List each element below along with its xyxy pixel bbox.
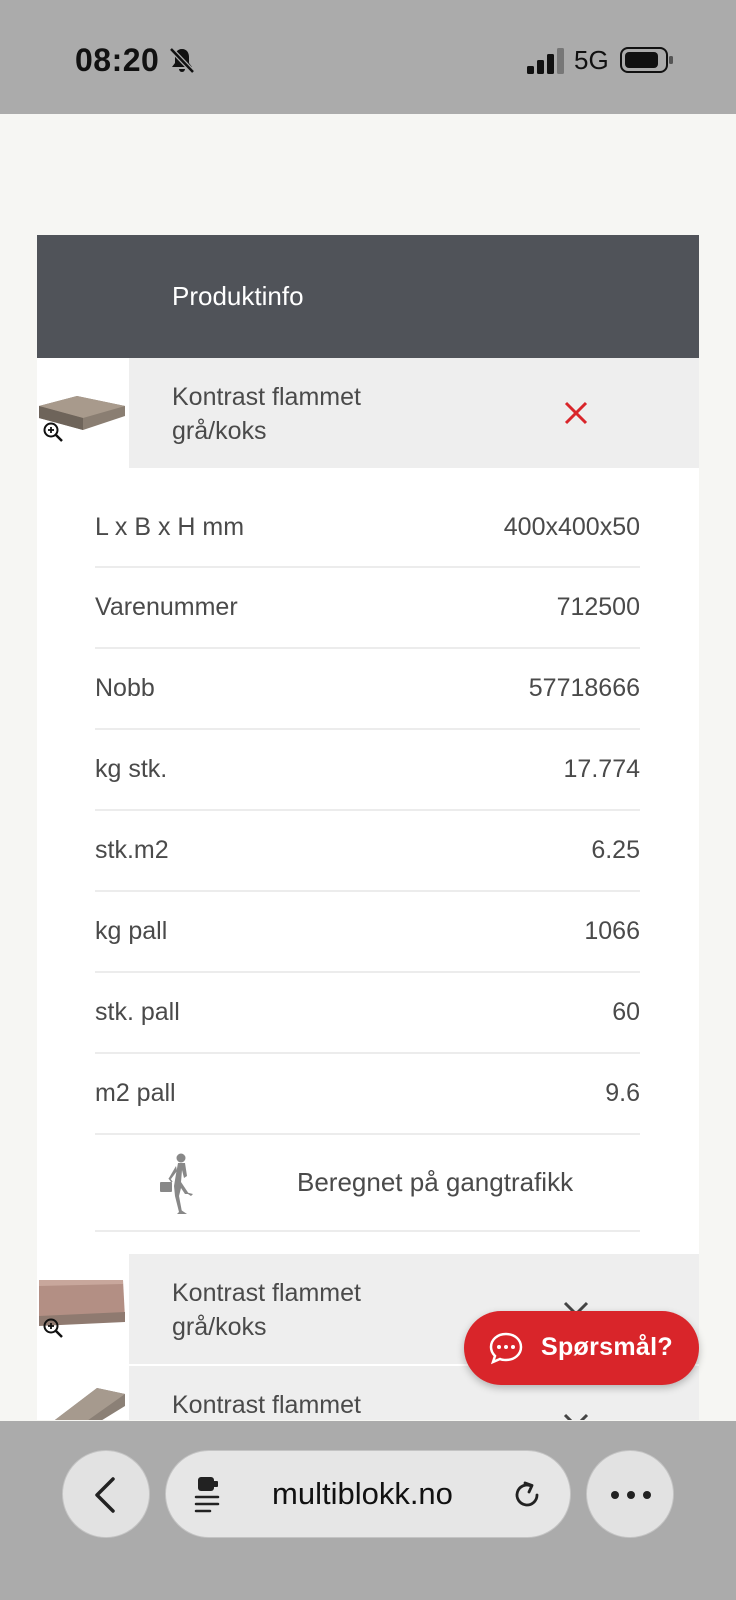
product-thumbnail[interactable] xyxy=(37,1366,129,1420)
page-menu-icon xyxy=(194,1477,220,1513)
spec-label: stk. pall xyxy=(95,998,180,1026)
back-button[interactable] xyxy=(62,1450,150,1538)
product-name: Kontrast flammet grå/koks xyxy=(172,383,361,445)
spec-row: m2 pall 9.6 xyxy=(95,1054,640,1135)
bell-muted-icon xyxy=(169,47,195,74)
reload-icon[interactable] xyxy=(511,1479,543,1511)
chat-label: Spørsmål? xyxy=(541,1333,673,1361)
signal-icon xyxy=(527,48,564,74)
paver-image xyxy=(39,396,125,430)
ellipsis-icon xyxy=(611,1491,651,1499)
more-button[interactable] xyxy=(586,1450,674,1538)
spec-table: L x B x H mm 400x400x50 Varenummer 71250… xyxy=(95,488,640,1135)
chevron-down-icon[interactable] xyxy=(557,1402,595,1420)
zoom-icon[interactable] xyxy=(42,1317,64,1339)
spec-label: stk.m2 xyxy=(95,836,169,864)
spec-row: Nobb 57718666 xyxy=(95,649,640,730)
spec-label: Varenummer xyxy=(95,593,238,621)
spec-row: Varenummer 712500 xyxy=(95,568,640,649)
product-name: Kontrast flammet grå/koks xyxy=(172,1279,361,1341)
spec-label: kg pall xyxy=(95,917,168,945)
spec-row: kg pall 1066 xyxy=(95,892,640,973)
status-bar: 08:20 5G xyxy=(0,0,736,114)
chat-bubble-icon xyxy=(489,1332,523,1365)
product-thumbnail[interactable] xyxy=(37,1254,129,1364)
battery-icon xyxy=(620,47,673,73)
spec-label: Nobb xyxy=(95,674,155,702)
zoom-icon[interactable] xyxy=(42,421,64,443)
spec-value: 712500 xyxy=(556,593,640,621)
panel-header: Produktinfo xyxy=(37,235,699,358)
spec-value: 1066 xyxy=(584,917,640,945)
spec-value: 9.6 xyxy=(605,1079,640,1107)
product-row-selected[interactable]: Kontrast flammet grå/koks xyxy=(37,358,699,468)
paver-image xyxy=(39,1280,125,1326)
spec-value: 6.25 xyxy=(591,836,640,864)
spec-value: 60 xyxy=(612,998,640,1026)
traffic-note-text: Beregnet på gangtrafikk xyxy=(297,1167,574,1197)
close-icon[interactable] xyxy=(557,394,595,432)
network-type: 5G xyxy=(574,45,609,75)
spec-value: 400x400x50 xyxy=(503,512,640,541)
spec-label: L x B x H mm xyxy=(95,512,245,541)
address-bar[interactable]: multiblokk.no xyxy=(165,1450,571,1538)
spec-value: 57718666 xyxy=(528,674,640,702)
spec-row: kg stk. 17.774 xyxy=(95,730,640,811)
url-text: multiblokk.no xyxy=(272,1476,453,1511)
status-time: 08:20 xyxy=(75,42,160,78)
spec-row: L x B x H mm 400x400x50 xyxy=(95,488,640,568)
panel-title: Produktinfo xyxy=(172,281,304,311)
product-thumbnail[interactable] xyxy=(37,358,129,468)
spec-value: 17.774 xyxy=(563,755,640,783)
traffic-note: Beregnet på gangtrafikk xyxy=(95,1134,640,1232)
spec-label: kg stk. xyxy=(95,755,168,783)
spec-row: stk. pall 60 xyxy=(95,973,640,1054)
browser-toolbar: multiblokk.no xyxy=(0,1421,736,1600)
product-info-panel: Produktinfo Kontrast flammet grå/koks L … xyxy=(37,235,699,1420)
spec-row: stk.m2 6.25 xyxy=(95,811,640,892)
pedestrian-icon xyxy=(160,1153,193,1214)
spec-label: m2 pall xyxy=(95,1079,176,1107)
paver-image xyxy=(54,1388,125,1420)
chevron-left-icon xyxy=(95,1477,115,1513)
product-name: Kontrast flammet xyxy=(172,1391,361,1419)
chat-button[interactable]: Spørsmål? xyxy=(464,1311,699,1385)
